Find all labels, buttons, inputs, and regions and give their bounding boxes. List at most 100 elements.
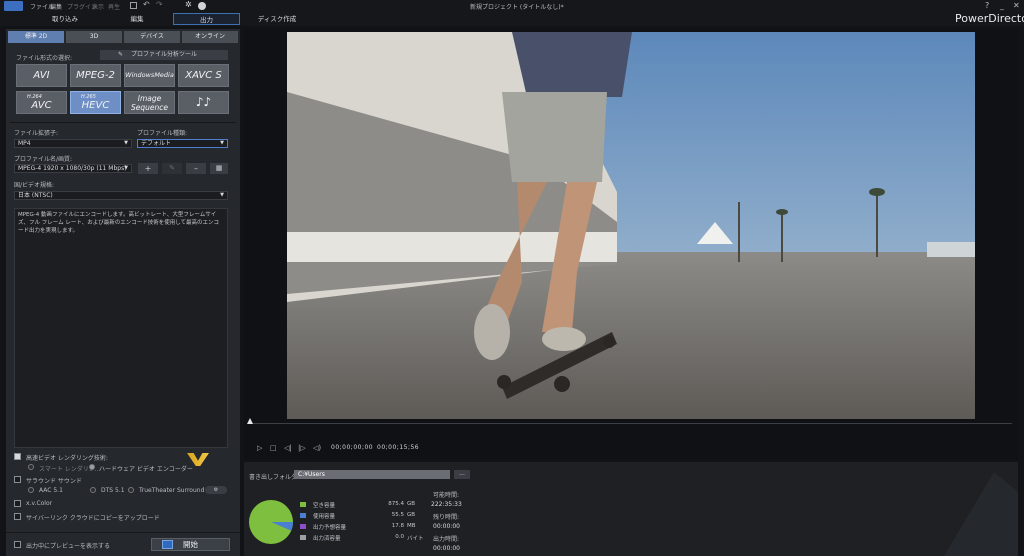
chevron-down-icon: ▼ <box>124 165 128 171</box>
xvcolor-label: x.v.Color <box>26 500 53 507</box>
help-icon[interactable]: ? <box>985 1 989 10</box>
format-wmv[interactable]: WindowsMedia <box>124 64 175 87</box>
output-folder-field[interactable]: C:¥Users <box>294 470 450 479</box>
undo-icon[interactable]: ↶ <box>143 0 150 9</box>
produce-settings-panel: 標準 2D 3D デバイス オンライン ファイル形式の選択: ✎ プロファイル分… <box>6 29 240 556</box>
tab-edit[interactable]: 編集 <box>112 13 162 25</box>
start-icon <box>162 540 173 549</box>
region-label: 国/ビデオ規格: <box>14 182 55 189</box>
output-time-label: 出力時間: <box>433 536 460 543</box>
legend-unit: GB <box>407 512 416 518</box>
aac-label: AAC 5.1 <box>39 487 63 494</box>
smart-render-radio[interactable] <box>28 464 34 470</box>
surround-settings-button[interactable]: ⚙ <box>205 486 227 494</box>
remaining-time-label: 残り時間: <box>433 514 460 521</box>
tab-3d[interactable]: 3D <box>66 31 122 43</box>
app-logo-icon <box>4 1 23 11</box>
profile-description: MPEG-4 動画ファイルにエンコードします。高ビットレート、大型フレームサイズ… <box>18 212 220 234</box>
tab-device[interactable]: デバイス <box>124 31 180 43</box>
dts-radio[interactable] <box>90 487 96 493</box>
surround-label: サラウンド サウンド <box>26 478 82 485</box>
profile-type-label: プロファイル種類: <box>137 130 188 137</box>
start-button[interactable]: 開始 <box>151 538 230 551</box>
tab-produce[interactable]: 出力 <box>173 13 240 25</box>
legend-label: 出力予想容量 <box>313 525 347 531</box>
aac-radio[interactable] <box>28 487 34 493</box>
format-image-sequence[interactable]: Image Sequence <box>124 91 175 114</box>
volume-icon[interactable]: ◁) <box>313 444 321 452</box>
tab-standard-2d[interactable]: 標準 2D <box>8 31 64 43</box>
legend-swatch <box>300 502 306 507</box>
extension-select[interactable]: MP4 ▼ <box>14 139 132 148</box>
menu-play[interactable]: 再生 <box>108 2 120 11</box>
xvcolor-checkbox[interactable] <box>14 500 21 507</box>
legend-unit: GB <box>407 501 416 507</box>
profile-tool-button[interactable]: ✎ プロファイル分析ツール <box>100 50 228 60</box>
current-timecode: 00;00;00;00 <box>331 444 374 451</box>
extension-label: ファイル拡張子: <box>14 130 59 137</box>
fast-render-checkbox[interactable] <box>14 453 21 460</box>
profile-tool-label: プロファイル分析ツール <box>130 51 197 58</box>
format-label: ファイル形式の選択: <box>16 55 73 62</box>
next-frame-icon[interactable]: |▷ <box>298 444 306 452</box>
transport-controls: ▷ □ ◁| |▷ ◁) 00;00;00;00 00;00;15;56 <box>244 440 1018 460</box>
profile-description-box: MPEG-4 動画ファイルにエンコードします。高ビットレート、大型フレームサイズ… <box>14 208 228 448</box>
mode-bar: 取り込み 編集 出力 ディスク作成 PowerDirector <box>0 12 1024 26</box>
format-hevc[interactable]: H.265 HEVC <box>70 91 121 114</box>
legend-label: 出力済容量 <box>313 536 341 542</box>
profile-type-select[interactable]: デフォルト ▼ <box>137 139 228 148</box>
format-xavcs[interactable]: XAVC S <box>178 64 229 87</box>
redo-icon[interactable]: ↷ <box>156 0 163 9</box>
profile-name-select[interactable]: MPEG-4 1920 x 1080/30p (11 Mbps) ▼ <box>14 164 132 173</box>
surround-checkbox[interactable] <box>14 476 21 483</box>
preview-checkbox[interactable] <box>14 541 21 548</box>
video-frame <box>287 32 975 419</box>
gear-icon[interactable]: ✲ <box>185 0 192 9</box>
video-frame-image <box>287 32 975 419</box>
hw-encoder-radio[interactable] <box>89 464 95 470</box>
legend-value: 17.8 <box>391 523 404 529</box>
edit-profile-button[interactable]: ✎ <box>162 163 182 174</box>
brand-name: PowerDirector <box>955 12 1024 25</box>
divider <box>10 122 236 123</box>
account-icon[interactable] <box>198 2 206 10</box>
format-avc[interactable]: H.264 AVC <box>16 91 67 114</box>
timeline-slider[interactable] <box>248 423 1012 424</box>
playhead-handle[interactable] <box>247 418 253 424</box>
legend-swatch <box>300 513 306 518</box>
add-profile-button[interactable]: + <box>138 163 158 174</box>
format-wmv-label: WindowsMedia <box>125 71 174 79</box>
profile-grid-button[interactable]: ▦ <box>210 163 228 174</box>
prev-frame-icon[interactable]: ◁| <box>284 444 292 452</box>
tab-online[interactable]: オンライン <box>182 31 238 43</box>
stop-icon[interactable]: □ <box>270 444 277 452</box>
legend-label: 空き容量 <box>313 503 336 509</box>
menu-edit[interactable]: 編集 <box>50 2 62 11</box>
region-select[interactable]: 日本 (NTSC) ▼ <box>14 191 228 200</box>
remove-profile-button[interactable]: – <box>186 163 206 174</box>
chevron-down-icon: ▼ <box>220 140 224 146</box>
preview-label: 出力中にプレビューを表示する <box>26 543 111 550</box>
play-icon[interactable]: ▷ <box>257 444 262 452</box>
cloud-upload-checkbox[interactable] <box>14 513 21 520</box>
browse-folder-button[interactable]: ... <box>454 470 470 479</box>
output-panel: 書き出しフォルダー: C:¥Users ... 空き容量 875.4 GB 使用… <box>244 462 1018 556</box>
minimize-icon[interactable]: _ <box>1000 1 1004 10</box>
tab-disc[interactable]: ディスク作成 <box>252 13 302 25</box>
disk-usage-pie-chart <box>249 500 293 544</box>
decorative-shape <box>944 472 1018 556</box>
format-audio[interactable]: ♪♪ <box>178 91 229 114</box>
format-image-sequence-label: Image Sequence <box>131 94 168 112</box>
format-mpeg2-label: MPEG-2 <box>76 70 115 81</box>
profile-type-value: デフォルト <box>141 140 172 147</box>
title-bar: ファイル 編集 プラグイン 表示 再生 ↶ ↷ ✲ 新規プロジェクト (タイトル… <box>0 0 1024 12</box>
legend-label: 使用容量 <box>313 514 336 520</box>
menu-view[interactable]: 表示 <box>92 2 104 11</box>
save-icon[interactable] <box>130 2 137 9</box>
available-time-label: 可能時間: <box>433 492 460 499</box>
close-icon[interactable]: ✕ <box>1013 1 1020 10</box>
legend-unit: MB <box>407 523 416 529</box>
truetheater-radio[interactable] <box>128 487 134 493</box>
profile-name-label: プロファイル名/画質: <box>14 156 73 163</box>
tab-capture[interactable]: 取り込み <box>40 13 90 25</box>
